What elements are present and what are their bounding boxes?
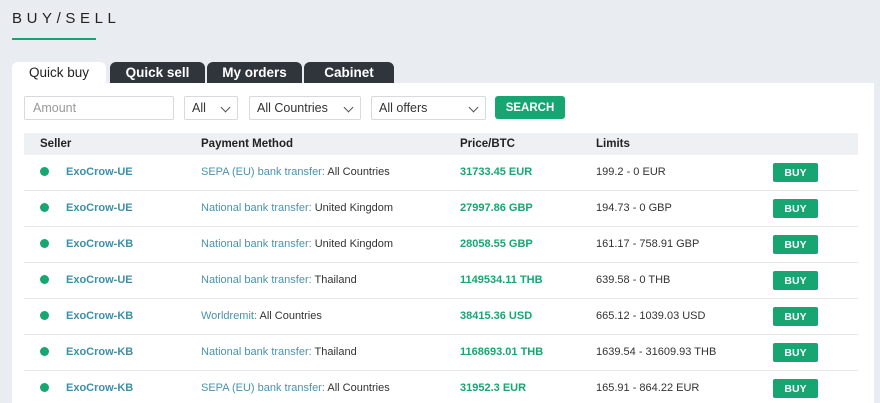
table-header: Seller Payment Method Price/BTC Limits bbox=[24, 133, 858, 155]
page-title: BUY/SELL bbox=[12, 10, 121, 27]
payment-country: All Countries bbox=[257, 310, 322, 322]
seller-link[interactable]: ExoCrow-KB bbox=[66, 346, 133, 358]
price: 1149534.11 THB bbox=[460, 274, 543, 286]
payment-method: National bank transfer: United Kingdom bbox=[201, 202, 393, 214]
price: 31952.3 EUR bbox=[460, 382, 527, 394]
payment-country: All Countries bbox=[324, 166, 390, 178]
payment-method-link[interactable]: National bank transfer: bbox=[201, 238, 312, 250]
tab-my-orders[interactable]: My orders bbox=[207, 62, 302, 83]
search-button[interactable]: SEARCH bbox=[495, 96, 565, 119]
table-row: ExoCrow-UE National bank transfer: Unite… bbox=[24, 191, 858, 227]
payment-method-link[interactable]: National bank transfer: bbox=[201, 202, 312, 214]
payment-method: National bank transfer: United Kingdom bbox=[201, 238, 393, 250]
limits: 665.12 - 1039.03 USD bbox=[596, 310, 706, 322]
online-status-icon bbox=[40, 167, 49, 176]
payment-method: Worldremit: All Countries bbox=[201, 310, 322, 322]
online-status-icon bbox=[40, 347, 49, 356]
header-limits: Limits bbox=[596, 138, 630, 150]
online-status-icon bbox=[40, 275, 49, 284]
price: 31733.45 EUR bbox=[460, 166, 533, 178]
buy-button[interactable]: BUY bbox=[773, 235, 818, 254]
buy-button[interactable]: BUY bbox=[773, 271, 818, 290]
payment-method: National bank transfer: Thailand bbox=[201, 346, 357, 358]
payment-method: SEPA (EU) bank transfer: All Countries bbox=[201, 382, 390, 394]
price: 1168693.01 THB bbox=[460, 346, 544, 358]
chevron-down-icon bbox=[343, 102, 354, 113]
limits: 194.73 - 0 GBP bbox=[596, 202, 672, 214]
limits: 165.91 - 864.22 EUR bbox=[596, 382, 700, 394]
payment-method: National bank transfer: Thailand bbox=[201, 274, 357, 286]
offers-panel: All All Countries All offers SEARCH Sell… bbox=[12, 83, 874, 403]
table-row: ExoCrow-KB Worldremit: All Countries 384… bbox=[24, 299, 858, 335]
offers-table: Seller Payment Method Price/BTC Limits E… bbox=[24, 133, 858, 403]
table-row: ExoCrow-KB National bank transfer: Unite… bbox=[24, 227, 858, 263]
limits: 1639.54 - 31609.93 THB bbox=[596, 346, 717, 358]
buy-button[interactable]: BUY bbox=[773, 199, 818, 218]
seller-link[interactable]: ExoCrow-UE bbox=[66, 166, 133, 178]
currency-select[interactable]: All bbox=[184, 96, 238, 120]
tab-quick-buy[interactable]: Quick buy bbox=[12, 62, 106, 83]
seller-link[interactable]: ExoCrow-UE bbox=[66, 274, 133, 286]
title-underline bbox=[12, 38, 96, 40]
buy-button[interactable]: BUY bbox=[773, 379, 818, 398]
table-row: ExoCrow-UE National bank transfer: Thail… bbox=[24, 263, 858, 299]
payment-method-link[interactable]: National bank transfer: bbox=[201, 274, 312, 286]
header-seller: Seller bbox=[40, 138, 72, 150]
buy-button[interactable]: BUY bbox=[773, 163, 818, 182]
limits: 199.2 - 0 EUR bbox=[596, 166, 666, 178]
country-select-value: All Countries bbox=[257, 101, 328, 115]
header-payment-method: Payment Method bbox=[201, 138, 294, 150]
tab-quick-sell[interactable]: Quick sell bbox=[110, 62, 205, 83]
payment-method-link[interactable]: Worldremit: bbox=[201, 310, 257, 322]
online-status-icon bbox=[40, 239, 49, 248]
limits: 639.58 - 0 THB bbox=[596, 274, 671, 286]
payment-method-link[interactable]: SEPA (EU) bank transfer: bbox=[201, 166, 325, 178]
payment-method: SEPA (EU) bank transfer: All Countries bbox=[201, 166, 390, 178]
payment-country: United Kingdom bbox=[311, 202, 393, 214]
currency-select-value: All bbox=[192, 101, 206, 115]
seller-link[interactable]: ExoCrow-UE bbox=[66, 202, 133, 214]
header-price: Price/BTC bbox=[460, 138, 515, 150]
buy-button[interactable]: BUY bbox=[773, 343, 818, 362]
tab-cabinet[interactable]: Cabinet bbox=[304, 62, 394, 83]
offers-select-value: All offers bbox=[379, 101, 428, 115]
limits: 161.17 - 758.91 GBP bbox=[596, 238, 700, 250]
seller-link[interactable]: ExoCrow-KB bbox=[66, 238, 133, 250]
payment-method-link[interactable]: National bank transfer: bbox=[201, 346, 312, 358]
price: 28058.55 GBP bbox=[460, 238, 533, 250]
online-status-icon bbox=[40, 203, 49, 212]
payment-country: All Countries bbox=[324, 382, 390, 394]
tab-bar: Quick buy Quick sell My orders Cabinet bbox=[12, 62, 396, 83]
chevron-down-icon bbox=[220, 102, 231, 113]
country-select[interactable]: All Countries bbox=[249, 96, 361, 120]
chevron-down-icon bbox=[468, 102, 479, 113]
payment-country: Thailand bbox=[311, 346, 357, 358]
table-row: ExoCrow-KB National bank transfer: Thail… bbox=[24, 335, 858, 371]
payment-country: Thailand bbox=[311, 274, 357, 286]
buy-button[interactable]: BUY bbox=[773, 307, 818, 326]
price: 27997.86 GBP bbox=[460, 202, 533, 214]
table-row: ExoCrow-UE SEPA (EU) bank transfer: All … bbox=[24, 155, 858, 191]
seller-link[interactable]: ExoCrow-KB bbox=[66, 382, 133, 394]
table-row: ExoCrow-KB SEPA (EU) bank transfer: All … bbox=[24, 371, 858, 403]
online-status-icon bbox=[40, 383, 49, 392]
seller-link[interactable]: ExoCrow-KB bbox=[66, 310, 133, 322]
price: 38415.36 USD bbox=[460, 310, 533, 322]
offers-select[interactable]: All offers bbox=[371, 96, 486, 120]
payment-country: United Kingdom bbox=[311, 238, 393, 250]
amount-input[interactable] bbox=[24, 96, 174, 120]
payment-method-link[interactable]: SEPA (EU) bank transfer: bbox=[201, 382, 325, 394]
online-status-icon bbox=[40, 311, 49, 320]
